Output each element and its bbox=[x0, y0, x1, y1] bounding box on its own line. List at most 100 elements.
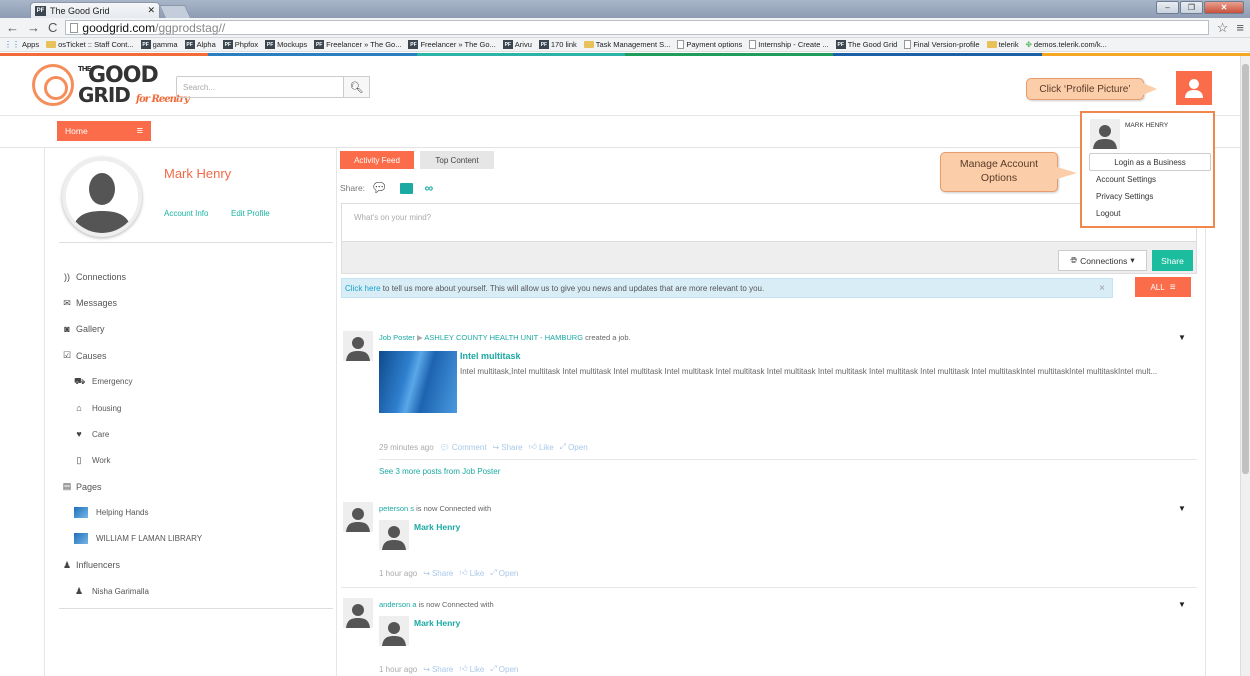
avatar[interactable] bbox=[379, 616, 409, 646]
sidebar-item-nisha-garimalla[interactable]: ♟ Nisha Garimalla bbox=[62, 578, 322, 604]
edit-profile-link[interactable]: Edit Profile bbox=[231, 209, 270, 218]
see-more-link[interactable]: See 3 more posts from Job Poster bbox=[379, 467, 500, 476]
like-action[interactable]: 👍︎ Like bbox=[529, 442, 554, 452]
bookmark-item[interactable]: PF Freelancer » The Go... bbox=[408, 40, 496, 49]
user-silhouette-icon bbox=[382, 622, 406, 646]
click-here-link[interactable]: Click here bbox=[345, 284, 381, 293]
bookmark-item[interactable]: PF 170 link bbox=[538, 40, 577, 49]
sidebar-item-pages[interactable]: ▤ Pages bbox=[62, 474, 322, 500]
pf-favicon-icon: PF bbox=[538, 40, 549, 49]
sidebar-item-william-f-laman-library[interactable]: WILLIAM F LAMAN LIBRARY bbox=[62, 526, 322, 552]
close-tab-icon[interactable]: ✕ bbox=[147, 5, 155, 16]
connected-name-link[interactable]: Mark Henry bbox=[414, 522, 460, 532]
reload-icon[interactable]: C bbox=[48, 20, 57, 35]
post-author-link[interactable]: peterson s bbox=[379, 504, 414, 513]
logout-link[interactable]: Logout bbox=[1096, 209, 1120, 218]
tab-top-content[interactable]: Top Content bbox=[420, 151, 494, 169]
share-action[interactable]: ↪ Share bbox=[423, 665, 453, 674]
bookmark-item[interactable]: Internship - Create ... bbox=[749, 40, 829, 49]
sidebar-item-messages[interactable]: ✉ Messages bbox=[62, 290, 322, 316]
bookmark-item[interactable]: PF gamma bbox=[140, 40, 178, 49]
bookmark-item[interactable]: telerik bbox=[986, 40, 1019, 49]
home-button[interactable]: Home ≡ bbox=[57, 121, 151, 141]
share-action[interactable]: ↪ Share bbox=[423, 569, 453, 578]
speech-bubble-icon[interactable]: 💬︎ bbox=[371, 180, 388, 196]
tab-activity-feed[interactable]: Activity Feed bbox=[340, 151, 414, 169]
open-action[interactable]: ⤢ Open bbox=[490, 664, 518, 674]
bookmark-item[interactable]: PF Freelancer » The Go... bbox=[314, 40, 401, 49]
privacy-settings-link[interactable]: Privacy Settings bbox=[1096, 192, 1153, 201]
close-window-icon[interactable]: ✕ bbox=[1204, 1, 1244, 14]
post-author-link[interactable]: anderson a bbox=[379, 600, 417, 609]
callout-click-profile: Click ‘Profile Picture’ bbox=[1026, 78, 1157, 100]
bookmark-item[interactable]: Payment options bbox=[677, 40, 742, 49]
share-action[interactable]: ↪ Share bbox=[493, 443, 523, 452]
new-tab-button[interactable] bbox=[158, 5, 192, 18]
job-image[interactable] bbox=[379, 351, 457, 413]
menu-icon[interactable]: ≡ bbox=[1236, 20, 1244, 35]
logo[interactable]: THEGOOD GRID for Reentry bbox=[32, 64, 190, 106]
avatar[interactable] bbox=[343, 502, 373, 532]
user-silhouette-icon bbox=[346, 604, 370, 628]
bookmark-item[interactable]: PF Mockups bbox=[265, 40, 307, 49]
sidebar-item-influencers[interactable]: ♟ Influencers bbox=[62, 552, 322, 578]
close-icon[interactable]: × bbox=[1099, 283, 1105, 294]
open-action[interactable]: ⤢ Open bbox=[490, 568, 518, 578]
avatar[interactable] bbox=[343, 598, 373, 628]
post-author-link[interactable]: Job Poster bbox=[379, 333, 415, 342]
scrollbar-thumb[interactable] bbox=[1242, 64, 1249, 474]
login-as-business-button[interactable]: Login as a Business bbox=[1089, 153, 1211, 171]
post-target-link[interactable]: ASHLEY COUNTY HEALTH UNIT - HAMBURG bbox=[424, 333, 583, 342]
filter-all-button[interactable]: ALL ≡ bbox=[1135, 277, 1191, 297]
bookmark-item[interactable]: PF Phpfox bbox=[222, 40, 258, 49]
connections-dropdown[interactable]: 🌐︎ Connections ▾ bbox=[1058, 250, 1147, 271]
connected-name-link[interactable]: Mark Henry bbox=[414, 618, 460, 628]
job-title-link[interactable]: Intel multitask bbox=[460, 351, 521, 361]
search-input[interactable]: Search... bbox=[176, 76, 344, 98]
sidebar-item-work[interactable]: ▯ Work bbox=[62, 447, 322, 473]
like-action[interactable]: 👍︎ Like bbox=[459, 568, 484, 578]
star-icon[interactable]: ☆ bbox=[1217, 20, 1229, 36]
comment-action[interactable]: 💬︎ Comment bbox=[440, 443, 487, 452]
bookmark-item[interactable]: Task Management S... bbox=[583, 40, 670, 49]
post-options-icon[interactable]: ▼ bbox=[1178, 504, 1186, 513]
open-label: Open bbox=[568, 442, 588, 452]
search-button[interactable]: 🔍︎ bbox=[344, 76, 370, 98]
sidebar-item-helping-hands[interactable]: Helping Hands bbox=[62, 500, 322, 526]
bookmark-item[interactable]: PF The Good Grid bbox=[835, 40, 897, 49]
link-icon[interactable]: ∞ bbox=[425, 181, 434, 195]
profile-avatar[interactable] bbox=[62, 157, 142, 237]
restore-icon[interactable]: ❐ bbox=[1180, 1, 1203, 14]
sidebar-item-care[interactable]: ♥ Care bbox=[62, 421, 322, 447]
browser-tab[interactable]: PF The Good Grid ✕ bbox=[30, 2, 160, 18]
sidebar-item-connections[interactable]: )) Connections bbox=[62, 264, 322, 290]
bookmark-item[interactable]: Final Version-profile bbox=[904, 40, 980, 49]
scrollbar[interactable] bbox=[1240, 56, 1250, 676]
sidebar-item-gallery[interactable]: ◙ Gallery bbox=[62, 316, 322, 342]
post-options-icon[interactable]: ▼ bbox=[1178, 333, 1186, 342]
bookmark-item[interactable]: osTicket :: Staff Cont... bbox=[46, 40, 134, 49]
back-arrow-icon[interactable]: ← bbox=[6, 20, 19, 35]
avatar[interactable] bbox=[343, 331, 373, 361]
avatar[interactable] bbox=[379, 520, 409, 550]
account-info-link[interactable]: Account Info bbox=[164, 209, 208, 218]
post-options-icon[interactable]: ▼ bbox=[1178, 600, 1186, 609]
photo-icon[interactable] bbox=[399, 182, 413, 194]
sidebar-item-label: Helping Hands bbox=[96, 508, 149, 518]
sidebar-item-causes[interactable]: ☑ Causes bbox=[62, 343, 322, 369]
bookmark-item[interactable]: PF Alpha bbox=[184, 40, 216, 49]
address-bar[interactable]: goodgrid.com/ggprodstag// bbox=[65, 20, 1209, 35]
sidebar-item-emergency[interactable]: ⛟ Emergency bbox=[62, 369, 322, 395]
profile-picture-button[interactable] bbox=[1176, 71, 1212, 105]
open-action[interactable]: ⤢ Open bbox=[560, 442, 588, 452]
bookmark-item[interactable]: PF Arivu bbox=[502, 40, 532, 49]
bookmark-item[interactable]: ✤ demos.telerik.com/k... bbox=[1026, 40, 1107, 49]
bookmark-item[interactable]: ⋮⋮ Apps bbox=[4, 40, 39, 49]
like-action[interactable]: 👍︎ Like bbox=[459, 664, 484, 674]
account-settings-link[interactable]: Account Settings bbox=[1096, 175, 1156, 184]
share-button[interactable]: Share bbox=[1152, 250, 1193, 271]
forward-arrow-icon[interactable]: → bbox=[27, 20, 40, 35]
sidebar-item-housing[interactable]: ⌂ Housing bbox=[62, 395, 322, 421]
minimize-icon[interactable]: – bbox=[1156, 1, 1179, 14]
status-input[interactable]: What's on your mind? bbox=[341, 203, 1197, 242]
